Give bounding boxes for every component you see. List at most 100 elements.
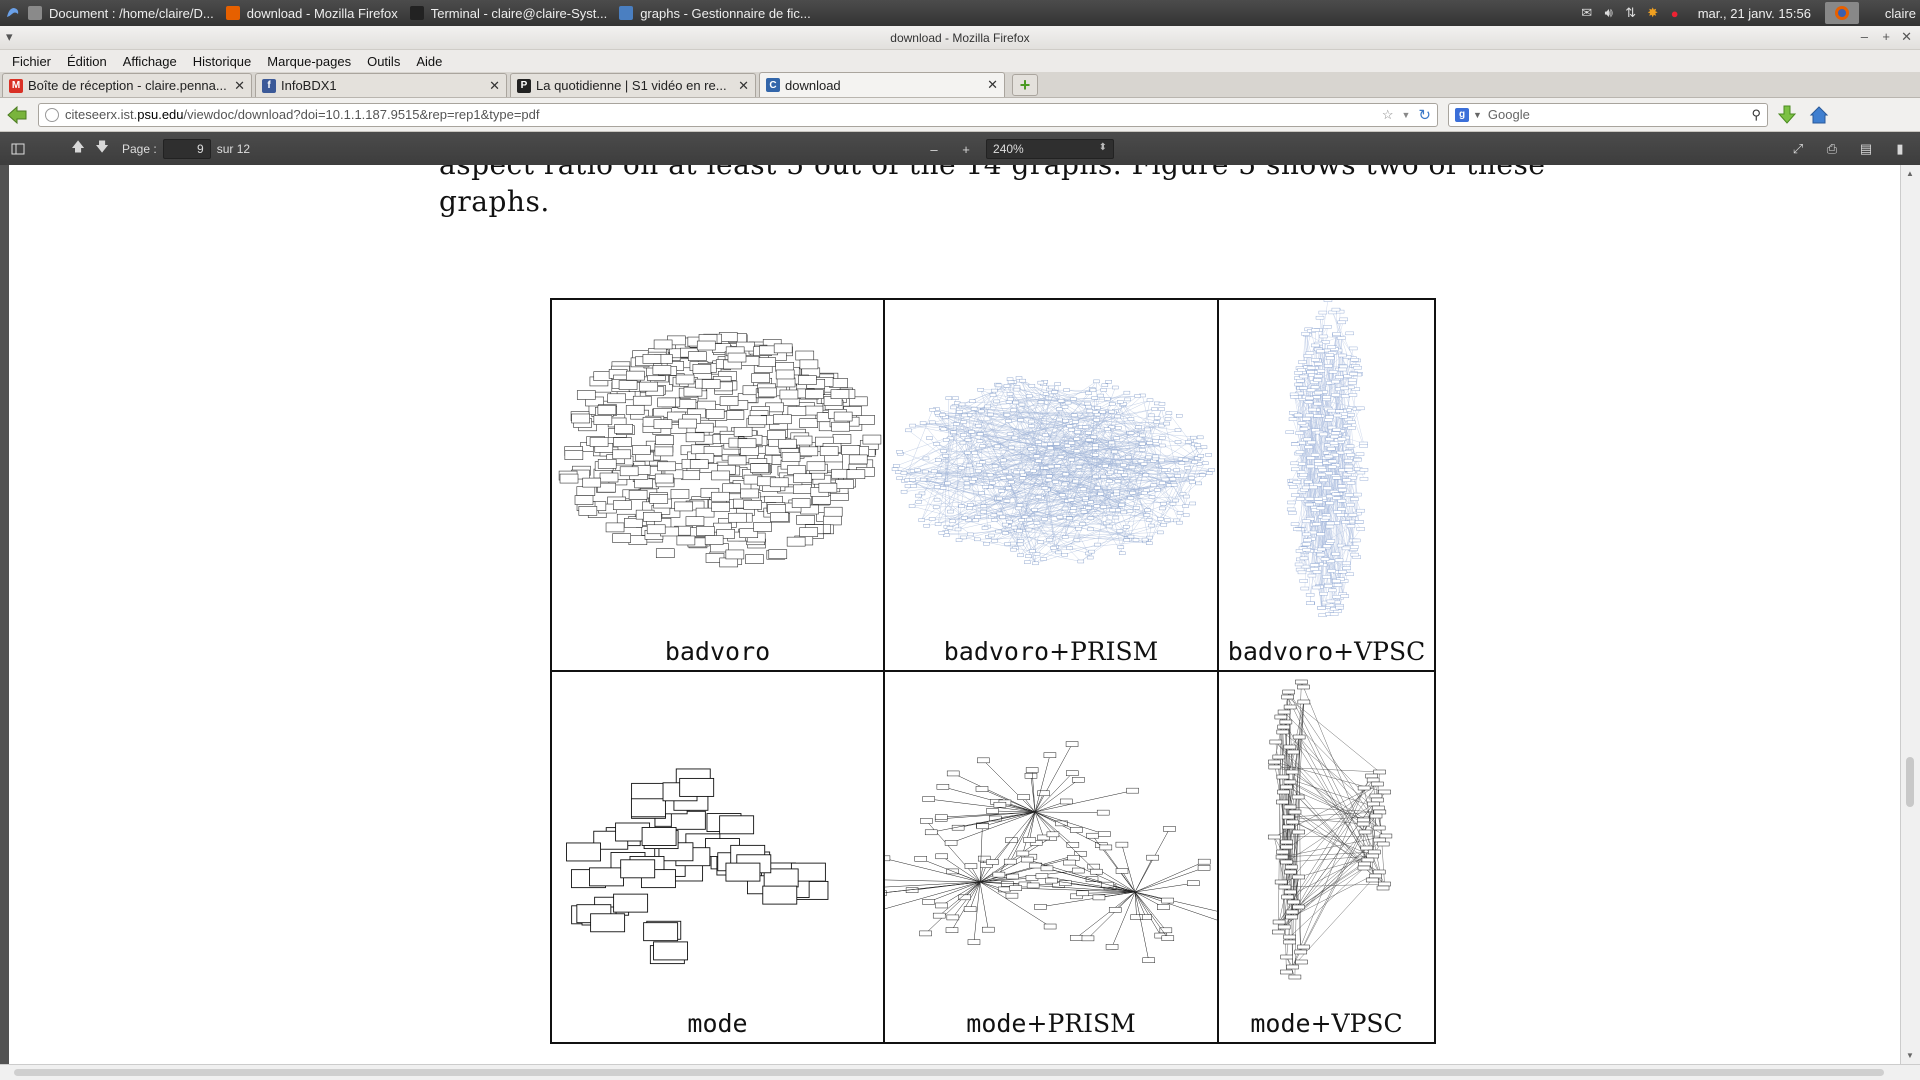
- menu-item[interactable]: Fichier: [4, 54, 59, 69]
- document-icon: [28, 6, 42, 20]
- figure-cell: mode: [552, 672, 885, 1042]
- figure-caption: badvoro+PRISM: [943, 637, 1159, 666]
- zoom-dropdown-icon: ⬍: [1098, 142, 1108, 153]
- bookmark-icon[interactable]: ▮: [1888, 138, 1912, 160]
- zoom-in-icon[interactable]: +: [954, 138, 978, 160]
- terminal-icon: [409, 6, 424, 20]
- menu-item[interactable]: Affichage: [115, 54, 185, 69]
- browser-tab[interactable]: P La quotidienne | S1 vidéo en re... ✕: [510, 73, 756, 97]
- tab-label: Boîte de réception - claire.penna...: [28, 78, 227, 93]
- taskbar-item[interactable]: download - Mozilla Firefox: [222, 0, 406, 26]
- tab-label: La quotidienne | S1 vidéo en re...: [536, 78, 727, 93]
- app-menu-icon[interactable]: [4, 5, 22, 21]
- horizontal-scrollbar[interactable]: [0, 1064, 1920, 1080]
- browser-tab[interactable]: f InfoBDX1 ✕: [255, 73, 507, 97]
- back-arrow-icon: [7, 105, 27, 124]
- figure-caption: mode+VPSC: [1250, 1009, 1403, 1038]
- pdf-viewer[interactable]: aspect ratio on at least 5 out of the 14…: [0, 165, 1920, 1064]
- close-tab-icon[interactable]: ✕: [738, 78, 749, 94]
- mail-icon[interactable]: ✉: [1578, 5, 1596, 21]
- close-tab-icon[interactable]: ✕: [489, 78, 500, 94]
- graph-drawing-badvoro: [558, 332, 882, 568]
- graph-drawing-badvoro-prism: [891, 376, 1215, 566]
- sidebar-toggle-icon[interactable]: [6, 138, 30, 160]
- figure-cell: badvoro: [552, 300, 885, 672]
- video-site-icon: P: [517, 78, 531, 93]
- gmail-icon: M: [9, 78, 23, 93]
- graph-drawing-mode-prism: [885, 741, 1217, 963]
- close-tab-icon[interactable]: ✕: [987, 77, 998, 93]
- menu-item[interactable]: Outils: [359, 54, 408, 69]
- browser-tab[interactable]: Cdownload ✕: [759, 72, 1005, 97]
- minimize-icon[interactable]: –: [1861, 29, 1868, 44]
- graph-drawing-mode: [566, 768, 829, 965]
- citeseer-icon: C: [766, 78, 780, 92]
- print-icon[interactable]: ⎙: [1820, 138, 1844, 160]
- menu-item[interactable]: Historique: [185, 54, 260, 69]
- taskbar-item-label: Terminal - claire@claire-Syst...: [430, 5, 608, 21]
- url-prefix: citeseerx.ist.: [65, 107, 138, 122]
- taskbar-item[interactable]: Terminal - claire@claire-Syst...: [406, 0, 615, 26]
- figure-cell: mode+PRISM: [885, 672, 1219, 1042]
- figure-cell: badvoro+PRISM: [885, 300, 1219, 672]
- download-arrow-icon: [1778, 105, 1796, 124]
- window-menu-icon[interactable]: ▾: [6, 29, 13, 45]
- menu-item[interactable]: Marque-pages: [259, 54, 359, 69]
- vertical-scroll-thumb[interactable]: [1906, 757, 1914, 807]
- search-engine-icon[interactable]: g: [1455, 107, 1469, 122]
- taskbar-item-label: download - Mozilla Firefox: [246, 5, 398, 21]
- site-identity-icon[interactable]: [45, 107, 59, 122]
- new-tab-button[interactable]: +: [1012, 74, 1038, 96]
- browser-tab[interactable]: M Boîte de réception - claire.penna... ✕: [2, 73, 252, 97]
- tab-label: download: [785, 77, 841, 93]
- scroll-down-icon[interactable]: ▼: [1906, 1051, 1914, 1060]
- url-dropdown-icon[interactable]: ▼: [1402, 110, 1411, 120]
- taskbar-item[interactable]: graphs - Gestionnaire de fic...: [615, 0, 819, 26]
- previous-page-icon[interactable]: 🡅︎: [66, 138, 90, 160]
- volume-icon[interactable]: 🔊︎: [1600, 5, 1618, 21]
- reload-icon[interactable]: ↻: [1418, 106, 1431, 124]
- user-name[interactable]: claire: [1885, 6, 1916, 21]
- graph-drawing-mode-vpsc: [1267, 679, 1393, 980]
- zoom-select[interactable]: 240% ⬍: [986, 139, 1115, 159]
- menu-item[interactable]: Aide: [408, 54, 450, 69]
- zoom-value: 240%: [993, 142, 1024, 156]
- scroll-up-icon[interactable]: ▲: [1906, 169, 1914, 178]
- window-titlebar: ▾ download - Mozilla Firefox – + ✕: [0, 26, 1920, 50]
- search-bar[interactable]: g ▼ Google ⚲: [1448, 102, 1768, 127]
- search-input[interactable]: Google: [1488, 107, 1530, 122]
- back-button[interactable]: [4, 102, 30, 128]
- fullscreen-icon[interactable]: ⤢: [1786, 138, 1810, 160]
- body-text-line: graphs.: [439, 185, 550, 218]
- taskbar-item[interactable]: Document : /home/claire/D...: [24, 0, 222, 26]
- alert-icon[interactable]: ●: [1666, 5, 1684, 21]
- close-window-icon[interactable]: ✕: [1901, 29, 1912, 45]
- figure-table: badvoro badvoro+PRISM badvoro+VPSC mode …: [550, 298, 1436, 1044]
- close-tab-icon[interactable]: ✕: [234, 78, 245, 94]
- menu-item[interactable]: Édition: [59, 54, 115, 69]
- maximize-icon[interactable]: +: [1882, 29, 1890, 44]
- horizontal-scroll-thumb[interactable]: [14, 1069, 1884, 1076]
- update-icon[interactable]: ✸: [1644, 5, 1662, 21]
- zoom-out-icon[interactable]: –: [922, 138, 946, 160]
- firefox-tray-icon[interactable]: [1824, 2, 1859, 24]
- network-icon[interactable]: ⇅: [1622, 5, 1640, 21]
- figure-caption: mode+PRISM: [966, 1009, 1136, 1038]
- folder-icon: [619, 6, 634, 20]
- page-number-input[interactable]: [162, 139, 211, 159]
- vertical-scrollbar[interactable]: ▲ ▼: [1900, 165, 1920, 1064]
- downloads-button[interactable]: [1774, 102, 1800, 128]
- home-button[interactable]: [1806, 102, 1832, 128]
- url-path: /viewdoc/download?doi=10.1.1.187.9515&re…: [183, 107, 540, 122]
- save-icon[interactable]: ▤: [1854, 138, 1878, 160]
- search-engine-dropdown-icon[interactable]: ▼: [1473, 110, 1482, 120]
- search-icon[interactable]: ⚲: [1751, 107, 1761, 123]
- taskbar-item-label: Document : /home/claire/D...: [49, 5, 214, 21]
- figure-cell: mode+VPSC: [1219, 672, 1434, 1042]
- clock[interactable]: mar., 21 janv. 15:56: [1698, 6, 1811, 21]
- firefox-icon: [225, 6, 240, 20]
- url-bar[interactable]: citeseerx.ist. psu.edu/viewdoc/download?d…: [38, 102, 1438, 127]
- next-page-icon[interactable]: 🡇︎: [90, 138, 114, 160]
- bookmark-star-icon[interactable]: ☆: [1382, 107, 1394, 123]
- window-title: download - Mozilla Firefox: [890, 30, 1030, 45]
